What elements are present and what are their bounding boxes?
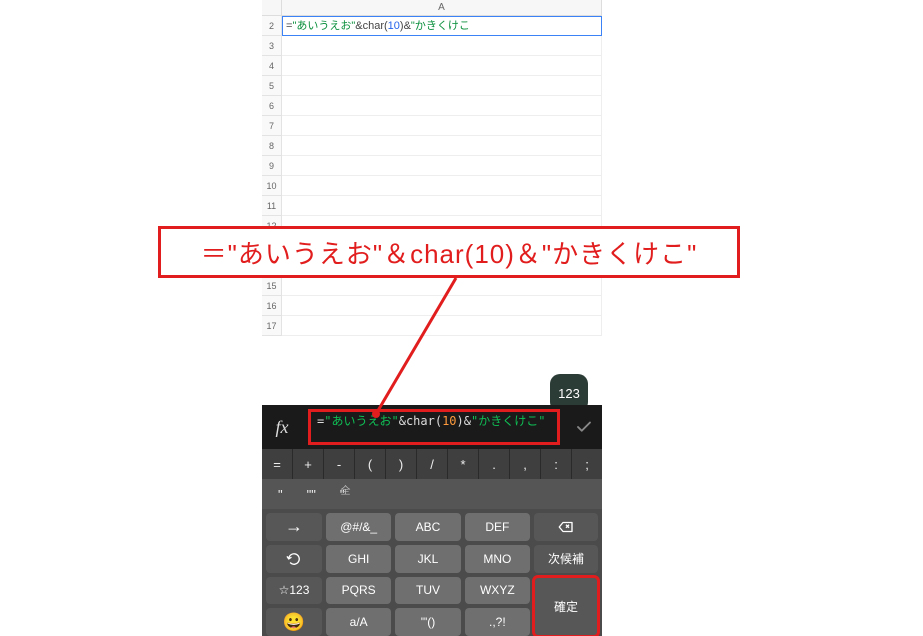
formula-str1: あいうえお	[331, 414, 391, 428]
row-number[interactable]: 5	[262, 76, 282, 96]
symbol-key-0[interactable]: =	[262, 449, 293, 479]
phone-frame: A 2="あいうえお"&char(10)&"かきくけこ3456789101112…	[262, 0, 602, 636]
symbol-key-7[interactable]: .	[479, 449, 510, 479]
key-def[interactable]: DEF	[465, 513, 530, 541]
table-row: 9	[262, 156, 602, 176]
fx-label: fx	[262, 417, 302, 438]
key-backspace[interactable]	[534, 513, 598, 541]
symbol-key-5[interactable]: /	[417, 449, 448, 479]
cell-a9[interactable]	[282, 156, 602, 176]
table-row: 7	[262, 116, 602, 136]
formula-input[interactable]: ="あいうえお"&char(10)&"かきくけこ"	[308, 409, 560, 445]
row-number[interactable]: 9	[262, 156, 282, 176]
symbol-row: =+-()/*.,:;	[262, 449, 602, 479]
table-row: 6	[262, 96, 602, 116]
formula-str2: かきくけこ	[478, 414, 538, 428]
row-number[interactable]: 11	[262, 196, 282, 216]
cell-a16[interactable]	[282, 296, 602, 316]
table-row: 11	[262, 196, 602, 216]
row-number[interactable]: 15	[262, 276, 282, 296]
table-row: 16	[262, 296, 602, 316]
key-confirm[interactable]: 確定	[534, 577, 598, 636]
backspace-icon	[557, 518, 575, 536]
cell-a10[interactable]	[282, 176, 602, 196]
key-punct[interactable]: .,?!	[465, 608, 530, 636]
annotation-callout: ＝"あいうえお"＆char(10)＆"かきくけこ"	[158, 226, 740, 278]
suggestion-3[interactable]: "全	[340, 487, 355, 502]
symbol-key-6[interactable]: *	[448, 449, 479, 479]
table-row: 17	[262, 316, 602, 336]
key-arrow-right[interactable]: →	[266, 513, 322, 541]
table-row: 15	[262, 276, 602, 296]
cell-a7[interactable]	[282, 116, 602, 136]
suggestion-1[interactable]: "	[278, 487, 283, 502]
key-quotes-parens[interactable]: '"()	[395, 608, 460, 636]
symbol-key-2[interactable]: -	[324, 449, 355, 479]
row-number[interactable]: 2	[262, 16, 282, 36]
symbol-key-10[interactable]: ;	[572, 449, 602, 479]
key-abc[interactable]: ABC	[395, 513, 460, 541]
cell-a15[interactable]	[282, 276, 602, 296]
undo-icon	[285, 550, 303, 568]
formula-q2: "	[391, 414, 398, 428]
spreadsheet: A 2="あいうえお"&char(10)&"かきくけこ3456789101112…	[262, 0, 602, 405]
check-icon	[575, 418, 593, 436]
formula-q4: "	[538, 414, 545, 428]
cell-a17[interactable]	[282, 316, 602, 336]
cell-a8[interactable]	[282, 136, 602, 156]
row-number[interactable]: 8	[262, 136, 282, 156]
symbol-key-9[interactable]: :	[541, 449, 572, 479]
table-row: 5	[262, 76, 602, 96]
symbol-key-8[interactable]: ,	[510, 449, 541, 479]
suggestion-2[interactable]: ""	[307, 487, 316, 502]
key-undo[interactable]	[266, 545, 322, 573]
table-row: 8	[262, 136, 602, 156]
key-ghi[interactable]: GHI	[326, 545, 391, 573]
formula-amp1: &	[399, 414, 406, 428]
cell-a4[interactable]	[282, 56, 602, 76]
row-number[interactable]: 10	[262, 176, 282, 196]
key-jkl[interactable]: JKL	[395, 545, 460, 573]
table-row: 2="あいうえお"&char(10)&"かきくけこ	[262, 16, 602, 36]
cell-a2[interactable]: ="あいうえお"&char(10)&"かきくけこ	[282, 16, 602, 36]
formula-amp2: &	[464, 414, 471, 428]
symbol-key-3[interactable]: (	[355, 449, 386, 479]
keyboard: → @#/&_ ABC DEF GHI JKL MNO 次候補 ☆123 PQR…	[262, 509, 602, 636]
cell-a6[interactable]	[282, 96, 602, 116]
key-wxyz[interactable]: WXYZ	[465, 577, 530, 605]
column-header-a[interactable]: A	[282, 0, 602, 16]
suggestion-row: " "" "全	[262, 479, 602, 509]
formula-fn: char(	[406, 414, 442, 428]
key-mno[interactable]: MNO	[465, 545, 530, 573]
cell-a5[interactable]	[282, 76, 602, 96]
row-number[interactable]: 16	[262, 296, 282, 316]
row-number[interactable]: 6	[262, 96, 282, 116]
key-star123[interactable]: ☆123	[266, 577, 322, 605]
key-next-candidate[interactable]: 次候補	[534, 545, 598, 573]
formula-num: 10	[442, 414, 456, 428]
symbol-key-4[interactable]: )	[386, 449, 417, 479]
row-number[interactable]: 7	[262, 116, 282, 136]
column-header-row: A	[262, 0, 602, 16]
row-number[interactable]: 3	[262, 36, 282, 56]
formula-close: )	[457, 414, 464, 428]
key-pqrs[interactable]: PQRS	[326, 577, 391, 605]
key-emoji[interactable]: 😀	[266, 608, 322, 636]
row-number[interactable]: 17	[262, 316, 282, 336]
cell-a11[interactable]	[282, 196, 602, 216]
cell-a3[interactable]	[282, 36, 602, 56]
key-tuv[interactable]: TUV	[395, 577, 460, 605]
table-row: 10	[262, 176, 602, 196]
formula-accept-button[interactable]	[566, 405, 602, 449]
table-row: 3	[262, 36, 602, 56]
formula-bar: fx ="あいうえお"&char(10)&"かきくけこ"	[262, 405, 602, 449]
row-number[interactable]: 4	[262, 56, 282, 76]
header-corner	[262, 0, 282, 16]
key-case-toggle[interactable]: a/A	[326, 608, 391, 636]
key-symbols[interactable]: @#/&_	[326, 513, 391, 541]
table-row: 4	[262, 56, 602, 76]
sheet-rows: 2="あいうえお"&char(10)&"かきくけこ345678910111213…	[262, 16, 602, 336]
symbol-key-1[interactable]: +	[293, 449, 324, 479]
